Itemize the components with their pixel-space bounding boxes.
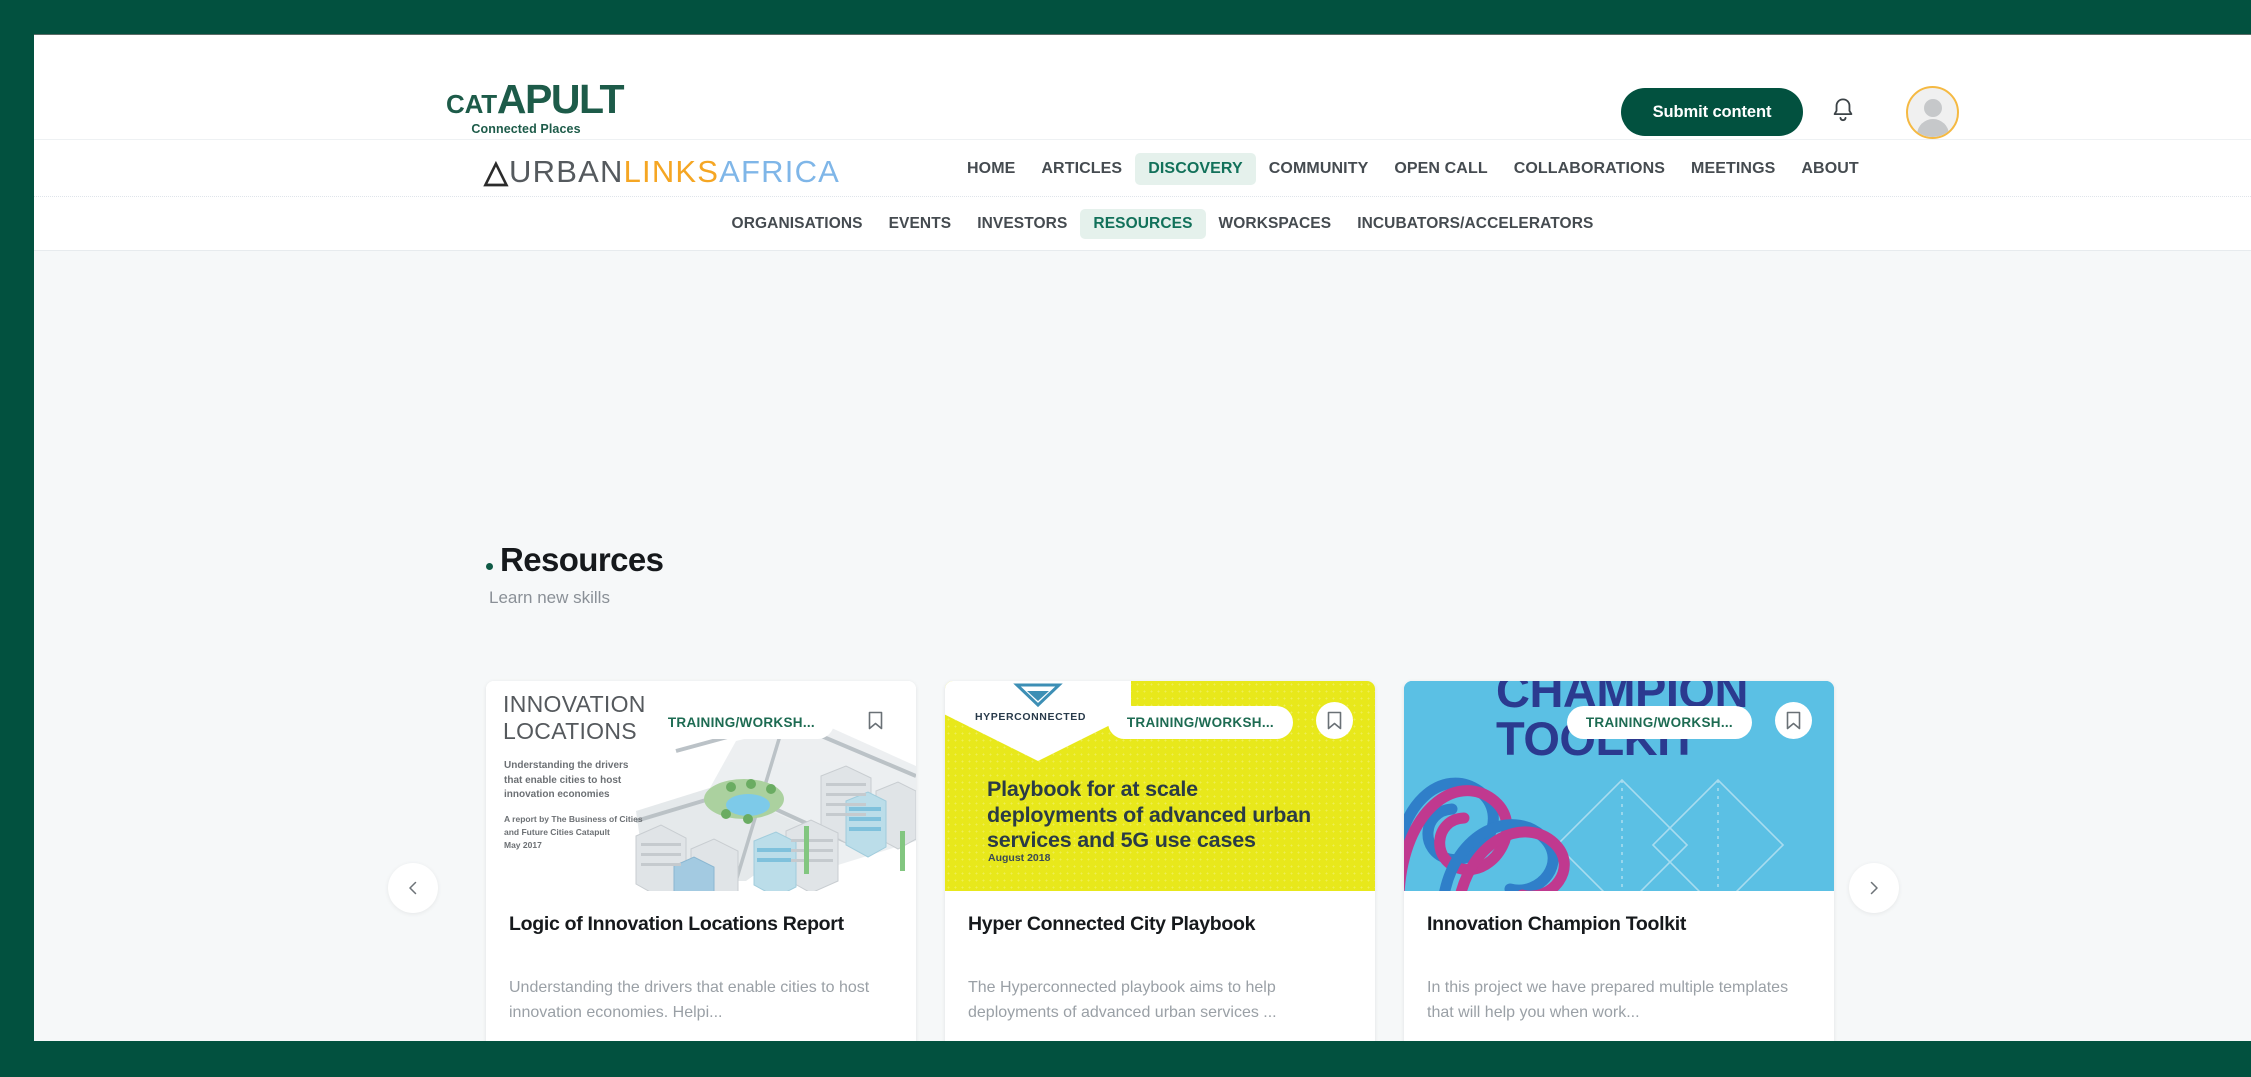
submit-content-button[interactable]: Submit content <box>1621 88 1803 136</box>
resources-carousel: INNOVATION LOCATIONS Understanding the dr… <box>486 681 1836 1041</box>
resources-heading: Resources <box>486 541 664 579</box>
nav-item-articles[interactable]: ARTICLES <box>1028 153 1135 185</box>
cover-heading-innovation: INNOVATION LOCATIONS <box>503 691 646 745</box>
catapult-logo[interactable]: CATAPULT Connected Places <box>446 79 636 141</box>
catapult-logo-tagline: Connected Places <box>471 122 581 136</box>
resource-card[interactable]: HYPERCONNECTED Playbook for at scale depl… <box>945 681 1375 1041</box>
bookmark-icon[interactable] <box>857 702 894 739</box>
page-frame: CATAPULT Connected Places Submit content… <box>0 0 2251 1077</box>
browser-viewport: CATAPULT Connected Places Submit content… <box>34 34 2251 1041</box>
subnav-item-investors[interactable]: INVESTORS <box>964 209 1080 239</box>
resources-subtitle: Learn new skills <box>489 588 610 607</box>
nav-item-about[interactable]: ABOUT <box>1788 153 1871 185</box>
nav-item-open-call[interactable]: OPEN CALL <box>1381 153 1500 185</box>
heading-dot-icon <box>486 563 493 570</box>
primary-nav-bar: △URBANLINKSAFRICA HOME ARTICLES DISCOVER… <box>34 140 2251 197</box>
nav-item-discovery[interactable]: DISCOVERY <box>1135 152 1256 185</box>
resource-card-description: In this project we have prepared multipl… <box>1427 979 1789 1021</box>
resource-card-tag: TRAINING/WORKSH... <box>1566 706 1752 739</box>
resource-card-cover: HYPERCONNECTED Playbook for at scale depl… <box>945 681 1375 891</box>
main-content: Resources Learn new skills INNOVATION LO… <box>34 251 2251 1041</box>
subnav-item-events[interactable]: EVENTS <box>876 209 965 239</box>
resource-card-tag: TRAINING/WORKSH... <box>648 706 834 739</box>
nav-item-collaborations[interactable]: COLLABORATIONS <box>1501 153 1678 185</box>
resource-card-tag: TRAINING/WORKSH... <box>1107 706 1293 739</box>
cover-heading-playbook: Playbook for at scale deployments of adva… <box>987 777 1311 853</box>
avatar-body-shape <box>1916 119 1949 137</box>
cover-subheading-innovation: Understanding the drivers that enable cit… <box>504 760 629 800</box>
subnav-item-incubators[interactable]: INCUBATORS/ACCELERATORS <box>1344 209 1606 239</box>
logo-text-urban: URBAN <box>509 154 624 189</box>
resource-card-body: Logic of Innovation Locations Report Und… <box>486 891 916 1041</box>
logo-letter-u: △ <box>484 154 510 189</box>
catapult-logo-pult: PULT <box>525 76 625 122</box>
main-navigation: HOME ARTICLES DISCOVERY COMMUNITY OPEN C… <box>954 140 1872 197</box>
logo-text-africa: AFRICA <box>719 154 841 189</box>
cover-date-playbook: August 2018 <box>988 852 1051 864</box>
resource-card-title: Logic of Innovation Locations Report <box>509 913 844 935</box>
avatar-head-shape <box>1923 99 1942 117</box>
notifications-bell-icon[interactable] <box>1825 93 1861 131</box>
resource-card-description: The Hyperconnected playbook aims to help… <box>968 979 1277 1021</box>
subnav-item-resources[interactable]: RESOURCES <box>1080 208 1206 239</box>
resource-card-cover: INNOVATION LOCATIONS Understanding the dr… <box>486 681 916 891</box>
catapult-logo-a: A <box>496 76 527 122</box>
bookmark-icon[interactable] <box>1316 702 1353 739</box>
secondary-navigation: ORGANISATIONS EVENTS INVESTORS RESOURCES… <box>34 197 2251 251</box>
user-avatar[interactable] <box>1906 86 1959 139</box>
resource-card-description: Understanding the drivers that enable ci… <box>509 979 870 1021</box>
subnav-item-workspaces[interactable]: WORKSPACES <box>1206 209 1345 239</box>
resource-card-title: Hyper Connected City Playbook <box>968 913 1256 935</box>
resource-card-body: Hyper Connected City Playbook The Hyperc… <box>945 891 1375 1041</box>
logo-text-links: LINKS <box>623 154 720 189</box>
catapult-logo-cat: CAT <box>446 89 497 119</box>
cover-credit-innovation: A report by The Business of Cities and Fu… <box>504 814 643 850</box>
carousel-next-button[interactable] <box>1849 863 1899 913</box>
carousel-prev-button[interactable] <box>388 863 438 913</box>
resource-card-body: Innovation Champion Toolkit In this proj… <box>1404 891 1834 1041</box>
nav-item-community[interactable]: COMMUNITY <box>1256 153 1382 185</box>
resources-heading-text: Resources <box>500 541 664 578</box>
urbanlinksafrica-logo[interactable]: △URBANLINKSAFRICA <box>484 154 840 190</box>
resource-card[interactable]: INNOVATION LOCATIONS Understanding the dr… <box>486 681 916 1041</box>
bookmark-icon[interactable] <box>1775 702 1812 739</box>
subnav-item-organisations[interactable]: ORGANISATIONS <box>719 209 876 239</box>
cover-brand-hyperconnected: HYPERCONNECTED <box>975 711 1087 723</box>
resource-card-title: Innovation Champion Toolkit <box>1427 913 1687 935</box>
resource-card[interactable]: CHAMPIONTOOLKIT TRAINING/WORKSH... Innov… <box>1404 681 1834 1041</box>
top-header-bar: CATAPULT Connected Places Submit content <box>34 35 2251 140</box>
resource-card-cover: CHAMPIONTOOLKIT TRAINING/WORKSH... <box>1404 681 1834 891</box>
nav-item-home[interactable]: HOME <box>954 153 1028 185</box>
nav-item-meetings[interactable]: MEETINGS <box>1678 153 1788 185</box>
